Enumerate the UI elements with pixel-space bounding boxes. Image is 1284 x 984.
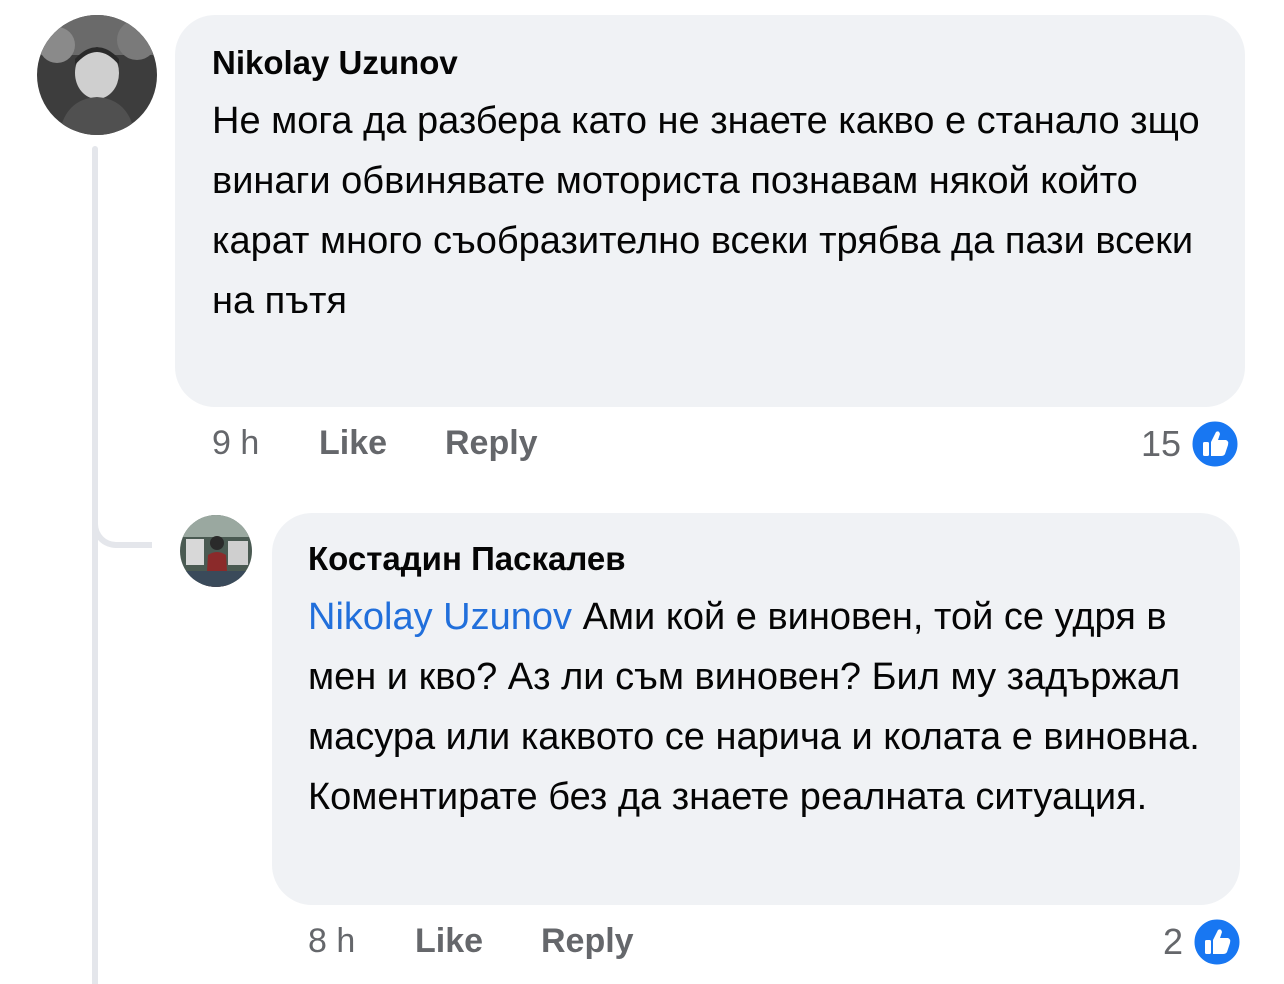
avatar[interactable] [180, 515, 252, 587]
comment-timestamp[interactable]: 9 h [212, 424, 259, 463]
avatar-photo [37, 15, 157, 135]
comment-text: Nikolay Uzunov Ами кой е виновен, той се… [308, 587, 1218, 827]
reaction-count: 2 [1163, 921, 1184, 962]
comment-bubble: Костадин Паскалев Nikolay Uzunov Ами кой… [272, 513, 1240, 905]
avatar[interactable] [37, 15, 157, 135]
mention-link[interactable]: Nikolay Uzunov [308, 596, 572, 638]
reply-button[interactable]: Reply [541, 922, 634, 961]
reply-button[interactable]: Reply [445, 424, 538, 463]
reaction-summary[interactable]: 15 [1141, 418, 1241, 470]
like-button[interactable]: Like [319, 424, 387, 463]
like-button[interactable]: Like [415, 922, 483, 961]
like-icon [1191, 916, 1243, 968]
comment-text: Не мога да разбера като не знаете какво … [212, 100, 1200, 322]
reaction-count: 15 [1141, 423, 1182, 464]
thread-line [92, 146, 98, 984]
comment-author[interactable]: Nikolay Uzunov [212, 44, 458, 82]
comment-author[interactable]: Костадин Паскалев [308, 540, 626, 578]
like-icon [1189, 418, 1241, 470]
thread-branch [92, 500, 152, 548]
comment-bubble: Nikolay Uzunov Не мога да разбера като н… [175, 15, 1245, 407]
reaction-summary[interactable]: 2 [1163, 916, 1243, 968]
avatar-photo [180, 515, 252, 587]
comment-timestamp[interactable]: 8 h [308, 922, 355, 961]
